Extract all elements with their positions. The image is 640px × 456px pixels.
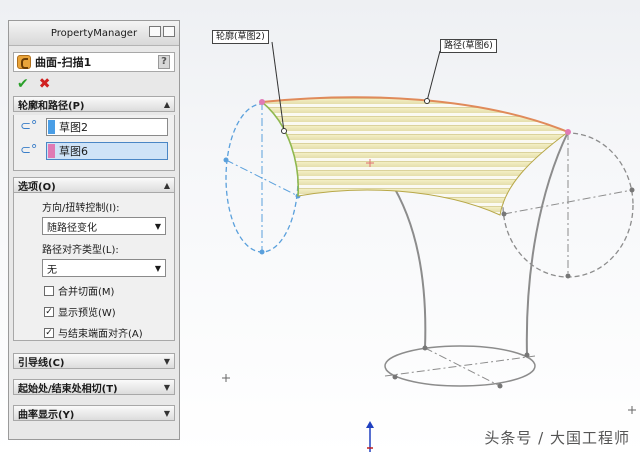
show-preview-label: 显示预览(W): [58, 308, 116, 319]
profile-color-swatch: [48, 120, 55, 134]
chevron-down-icon: ▼: [154, 221, 161, 231]
bottom-axis-v: [424, 347, 501, 387]
point: [565, 129, 571, 135]
chevron-up-icon[interactable]: ▲: [164, 181, 170, 190]
axis-right-h: [503, 189, 633, 215]
group-title: 轮廓和路径(P): [18, 100, 85, 112]
path-selection-box[interactable]: 草图6: [46, 142, 168, 160]
profile-icon: ⊂°: [20, 119, 38, 134]
group-profile-path-header[interactable]: 轮廓和路径(P) ▲: [13, 96, 175, 112]
group-title: 曲率显示(Y): [18, 409, 75, 421]
path-align-label: 路径对齐类型(L):: [42, 245, 119, 256]
profile-selection-box[interactable]: 草图2: [46, 118, 168, 136]
point: [497, 383, 503, 389]
orientation-label: 方向/扭转控制(I):: [42, 203, 120, 214]
chevron-down-icon: ▼: [154, 263, 161, 273]
point: [259, 99, 265, 105]
path-curve-front: [525, 131, 569, 356]
check-icon[interactable]: ✔: [17, 77, 29, 91]
callout-profile[interactable]: 轮廓(草图2): [212, 30, 269, 44]
group-title: 引导线(C): [18, 357, 65, 369]
pin-icon[interactable]: [163, 26, 175, 37]
chevron-down-icon[interactable]: ▼: [164, 383, 170, 392]
point: [281, 128, 287, 134]
point: [259, 249, 265, 255]
watermark: 头条号 / 大国工程师: [484, 429, 630, 447]
point: [223, 157, 229, 163]
align-end-label: 与结束端面对齐(A): [58, 329, 143, 340]
callout-path[interactable]: 路径(草图6): [440, 39, 497, 53]
property-manager-panel: PropertyManager 曲面-扫描1 ? ✔ ✖ 轮廓和路径(P) ▲ …: [8, 20, 180, 440]
point: [565, 273, 571, 279]
swept-surface: [260, 96, 570, 216]
path-value: 草图6: [59, 145, 88, 158]
property-manager-header: PropertyManager: [9, 21, 179, 46]
group-tangency-header[interactable]: 起始处/结束处相切(T) ▼: [13, 379, 175, 395]
align-end-checkbox[interactable]: ✓: [44, 327, 54, 338]
point: [501, 211, 507, 217]
surface-sweep-icon: [17, 55, 31, 69]
show-preview-option[interactable]: ✓ 显示预览(W): [14, 301, 174, 322]
merge-faces-label: 合并切面(M): [58, 287, 115, 298]
orientation-value: 随路径变化: [47, 222, 97, 234]
property-manager-title: PropertyManager: [50, 27, 138, 39]
profile-value: 草图2: [59, 121, 88, 134]
point: [524, 352, 530, 358]
group-options-header[interactable]: 选项(O) ▲: [13, 177, 175, 193]
triad-icon: [366, 421, 374, 452]
group-title: 选项(O): [18, 181, 56, 193]
group-options-body: 方向/扭转控制(I): 随路径变化 ▼ 路径对齐类型(L): 无 ▼ 合并切面(…: [13, 193, 175, 341]
x-icon[interactable]: ✖: [39, 77, 51, 91]
callout-leader-path: [426, 50, 441, 102]
origin-plus-icon: [222, 374, 636, 414]
point: [422, 345, 428, 351]
point: [424, 98, 430, 104]
group-curvature-header[interactable]: 曲率显示(Y) ▼: [13, 405, 175, 421]
merge-faces-checkbox[interactable]: [44, 285, 54, 296]
path-icon: ⊂°: [20, 143, 38, 158]
chevron-down-icon[interactable]: ▼: [164, 357, 170, 366]
group-guide-curves-header[interactable]: 引导线(C) ▼: [13, 353, 175, 369]
chevron-down-icon[interactable]: ▼: [164, 409, 170, 418]
path-align-dropdown[interactable]: 无 ▼: [42, 259, 166, 277]
feature-title: 曲面-扫描1: [35, 56, 92, 69]
path-color-swatch: [48, 144, 55, 158]
feature-title-row: 曲面-扫描1 ?: [13, 52, 175, 72]
point: [392, 374, 398, 380]
point: [629, 187, 635, 193]
expand-panel-icon[interactable]: [149, 26, 161, 37]
path-align-value: 无: [47, 264, 57, 276]
show-preview-checkbox[interactable]: ✓: [44, 306, 54, 317]
help-button[interactable]: ?: [158, 55, 170, 69]
merge-faces-option[interactable]: 合并切面(M): [14, 280, 174, 301]
chevron-up-icon[interactable]: ▲: [164, 100, 170, 109]
orientation-dropdown[interactable]: 随路径变化 ▼: [42, 217, 166, 235]
align-end-option[interactable]: ✓ 与结束端面对齐(A): [14, 322, 174, 343]
group-profile-path-body: ⊂° 草图2 ⊂° 草图6: [13, 115, 175, 171]
group-title: 起始处/结束处相切(T): [18, 383, 118, 395]
